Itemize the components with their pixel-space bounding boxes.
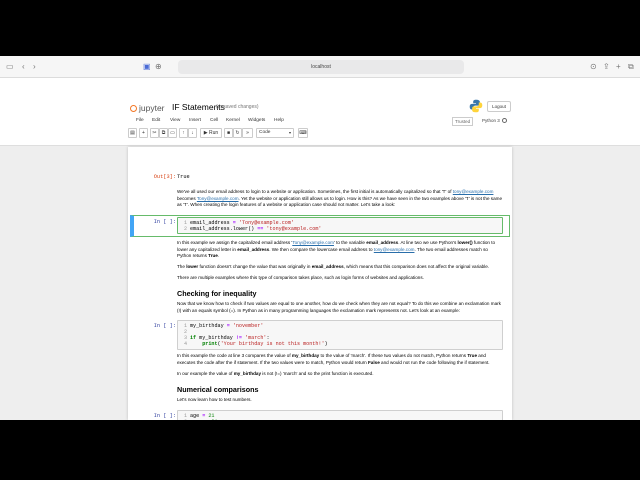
section-heading: Numerical comparisons	[177, 385, 259, 394]
menu-view[interactable]: View	[170, 118, 180, 123]
cell-type-select[interactable]: Code ▾	[256, 128, 294, 138]
markdown-cell[interactable]: There are multiple examples where this t…	[177, 275, 503, 282]
jupyter-logo[interactable]: jupyter	[130, 103, 165, 113]
menu-file[interactable]: File	[136, 118, 144, 123]
menu-insert[interactable]: Insert	[189, 118, 201, 123]
cut-button[interactable]: ✂	[150, 128, 159, 138]
markdown-cell[interactable]: Now that we know how to check if two val…	[177, 301, 503, 314]
menu-widgets[interactable]: Widgets	[248, 118, 265, 123]
output-value: True	[177, 174, 190, 180]
save-button[interactable]: ▤	[128, 128, 137, 138]
code-editor[interactable]: 1 my_birthday = 'november' 2 3 if my_birth…	[177, 320, 503, 350]
jupyter-header: jupyter IF Statements (unsaved changes) …	[0, 78, 640, 146]
markdown-cell[interactable]: In our example the value of my_birthday …	[177, 371, 503, 378]
output-prompt: Out[3]:	[153, 174, 176, 180]
command-palette-button[interactable]: ⌨	[298, 128, 308, 138]
email-link[interactable]: tony@example.com	[453, 189, 494, 194]
browser-window: ▭ ‹ › ▣ ⊕ localhost ⊙ ⇪ + ⧉ jupyter IF S…	[0, 56, 640, 420]
notebook-toolbar: ▤ + ✂ ⧉ ▭ ↑ ↓ ▶ Run ■ ↻ » Code ▾ ⌨	[128, 128, 512, 139]
menu-edit[interactable]: Edit	[152, 118, 160, 123]
run-button[interactable]: ▶ Run	[200, 128, 222, 138]
kernel-idle-icon	[501, 118, 507, 123]
sidebar-icon[interactable]: ▭	[6, 61, 14, 73]
input-prompt: In [ ]:	[153, 323, 176, 329]
input-prompt: In [ ]:	[153, 413, 176, 419]
copy-button[interactable]: ⧉	[159, 128, 168, 138]
markdown-cell[interactable]: The lower function doesn't change the va…	[177, 264, 503, 271]
restart-button[interactable]: ↻	[233, 128, 242, 138]
code-editor[interactable]: 1age = 21 2age == 21	[177, 410, 503, 420]
back-icon[interactable]: ‹	[22, 61, 25, 73]
tabs-icon[interactable]: ⧉	[628, 61, 634, 73]
new-tab-icon[interactable]: +	[616, 61, 621, 73]
markdown-cell[interactable]: We've all used our email address to logi…	[177, 189, 503, 209]
python-logo-icon	[469, 99, 483, 113]
code-editor[interactable]: 1 email_address = 'Tony@example.com' 2 ema…	[177, 217, 503, 235]
markdown-cell[interactable]: In this example the code at line 3 compa…	[177, 353, 503, 366]
email-link[interactable]: Tony@example.com	[197, 196, 239, 201]
logout-button[interactable]: Logout	[487, 101, 511, 112]
notebook-container: Out[3]: True We've all used our email ad…	[128, 147, 512, 420]
menu-cell[interactable]: Cell	[210, 118, 218, 123]
trusted-badge[interactable]: Trusted	[452, 117, 474, 126]
chevron-down-icon: ▾	[288, 130, 291, 135]
email-link[interactable]: tony@example.com	[374, 247, 415, 252]
forward-icon[interactable]: ›	[33, 61, 36, 73]
paste-button[interactable]: ▭	[168, 128, 177, 138]
menu-help[interactable]: Help	[274, 118, 284, 123]
kernel-indicator: Python 3	[482, 117, 507, 124]
section-heading: Checking for inequality	[177, 289, 257, 298]
restart-run-all-button[interactable]: »	[242, 128, 253, 138]
input-prompt: In [ ]:	[153, 219, 176, 225]
insert-cell-button[interactable]: +	[139, 128, 148, 138]
move-up-button[interactable]: ↑	[179, 128, 188, 138]
save-status: (unsaved changes)	[216, 104, 259, 110]
menu-kernel[interactable]: Kernel	[226, 118, 240, 123]
share-icon[interactable]: ⇪	[603, 61, 610, 73]
move-down-button[interactable]: ↓	[188, 128, 197, 138]
url-bar[interactable]: localhost	[178, 60, 464, 74]
download-icon[interactable]: ⊙	[590, 61, 597, 73]
interrupt-button[interactable]: ■	[224, 128, 233, 138]
markdown-cell[interactable]: Let's now learn how to test numbers.	[177, 397, 503, 404]
email-link[interactable]: Tony@example.com	[292, 240, 334, 245]
translate-icon[interactable]: ⊕	[155, 61, 162, 73]
extension-icon[interactable]: ▣	[143, 61, 151, 73]
markdown-cell[interactable]: In this example we assign the capitalize…	[177, 240, 503, 260]
browser-toolbar: ▭ ‹ › ▣ ⊕ localhost ⊙ ⇪ + ⧉	[0, 56, 640, 78]
